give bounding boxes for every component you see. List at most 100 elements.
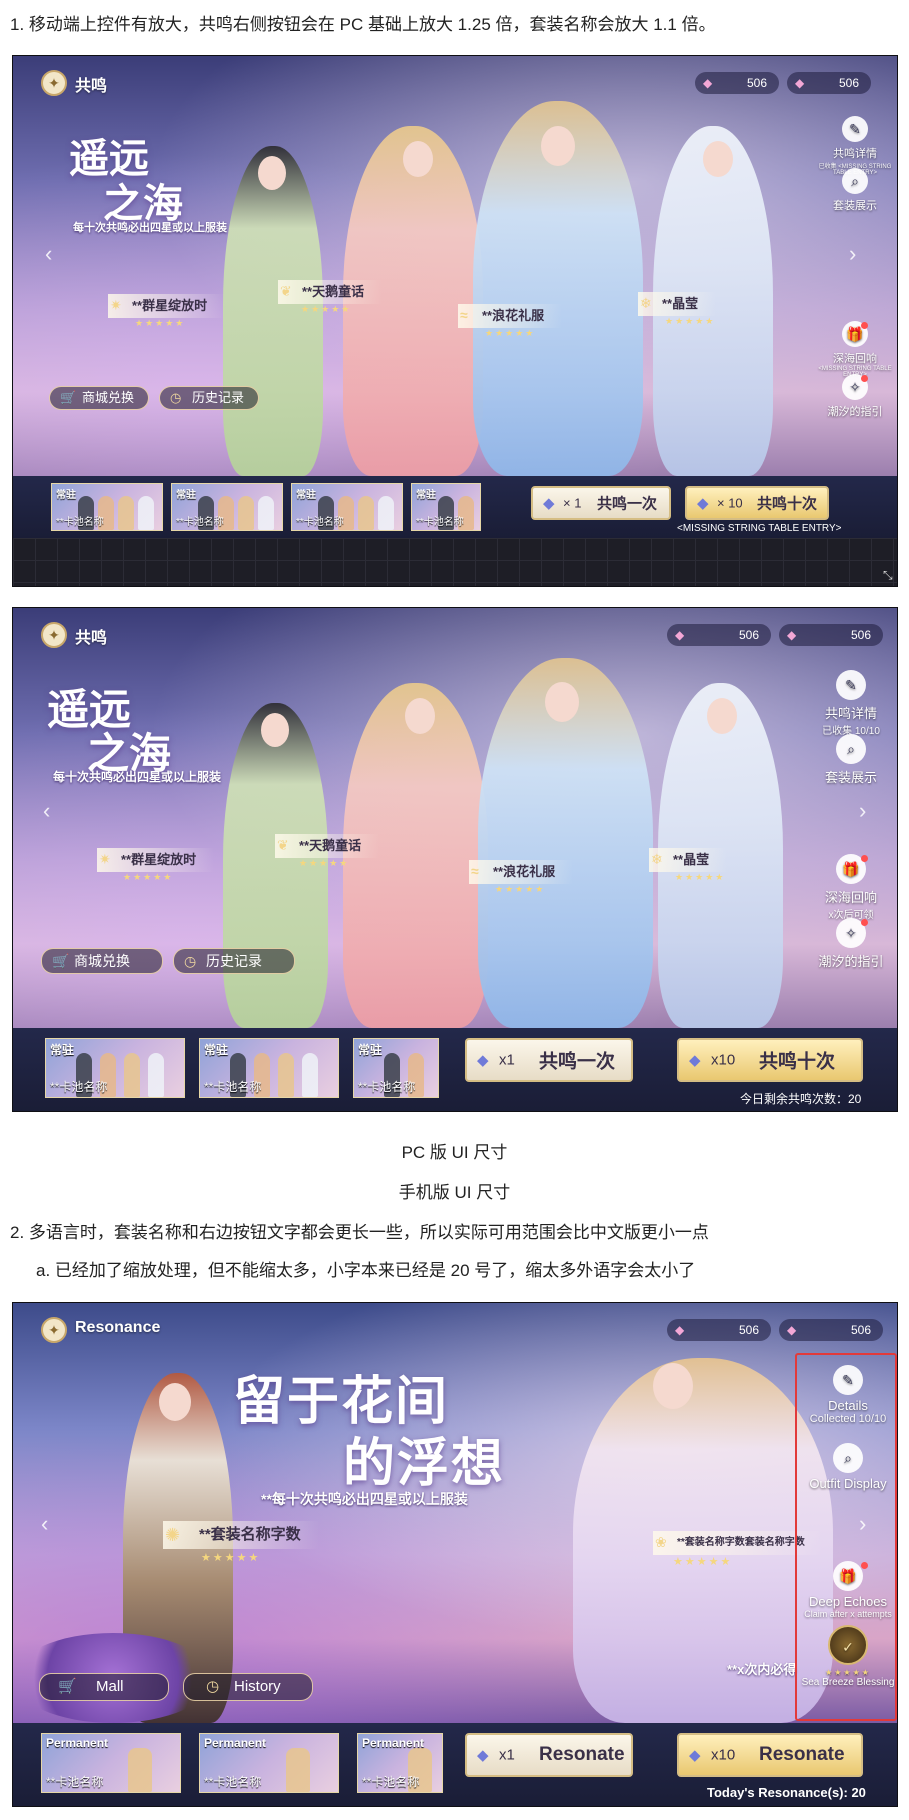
crystal-icon: ◆ — [477, 1747, 489, 1764]
pink-gem-icon: ◆ — [787, 628, 797, 642]
note-item-2: 2. 多语言时，套装名称和右边按钮文字都会更长一些，所以实际可用范围会比中文版更… — [10, 1223, 709, 1242]
clock-icon: ◷ — [170, 390, 182, 405]
outfit-label[interactable]: ≈ **浪花礼服 — [458, 304, 563, 328]
swan-icon: ❦ — [280, 283, 292, 299]
currency-pink[interactable]: ◆ 506 — [667, 624, 771, 646]
currency-value: 506 — [850, 628, 871, 642]
mall-button[interactable]: 🛒 Mall — [39, 1673, 169, 1701]
pool-card[interactable]: Permanent **卡池名称 — [199, 1733, 339, 1793]
pull-once-button[interactable]: ◆ × 1 共鸣一次 — [531, 486, 671, 520]
rarity-stars: ★★★★★ — [495, 884, 546, 894]
next-arrow-icon[interactable]: › — [859, 798, 866, 824]
rarity-stars: ★★★★★ — [201, 1552, 261, 1564]
clock-icon: ◷ — [184, 953, 197, 969]
pool-card[interactable]: 常驻 **卡池名称 — [411, 483, 481, 531]
wave-icon: ≈ — [471, 863, 479, 879]
crystal-icon: ◆ — [697, 495, 709, 512]
resonance-logo-icon: ✦ — [41, 70, 67, 96]
outfit-display-button[interactable]: ⌕ 套装展示 — [809, 734, 893, 786]
swan-icon: ❦ — [277, 837, 289, 853]
pool-card[interactable]: 常驻 **卡池名称 — [199, 1038, 339, 1098]
pull-once-button[interactable]: ◆ x1 共鸣一次 — [465, 1038, 633, 1082]
bottom-bar: 常驻 **卡池名称 常驻 **卡池名称 常驻 **卡池名称 ◆ x1 共鸣一次 ◆ x10 共… — [13, 1028, 897, 1111]
caption-pc: PC 版 UI 尺寸 — [401, 1143, 508, 1162]
snowflake-icon: ❄ — [640, 295, 652, 311]
history-button[interactable]: ◷ 历史记录 — [173, 948, 295, 974]
pool-card[interactable]: Permanent **卡池名称 — [41, 1733, 181, 1793]
currency-pink-2[interactable]: ◆ 506 — [779, 1319, 883, 1341]
currency-value: 506 — [746, 76, 767, 90]
rarity-stars: ★★★★★ — [675, 872, 726, 882]
top-bar: ✦ 共鸣 ◆ 506 ◆ 506 — [13, 56, 897, 106]
history-button[interactable]: ◷ 历史记录 — [159, 386, 259, 410]
pink-gem-icon: ◆ — [703, 76, 713, 90]
outfit-display-button[interactable]: ⌕ 套装展示 — [813, 168, 897, 213]
outfit-label[interactable]: ✷ **群星绽放时 — [97, 848, 215, 872]
prev-arrow-icon[interactable]: ‹ — [45, 241, 52, 267]
daily-resonance-count: Today's Resonance(s): 20 — [707, 1785, 866, 1800]
outfit-label[interactable]: ≈ **浪花礼服 — [469, 860, 574, 884]
outfit-label[interactable]: ❦ **天鹅童话 — [278, 280, 383, 304]
cart-icon: 🛒 — [52, 953, 70, 969]
game-scene: ✦ 共鸣 ◆ 506 ◆ 506 遥远 之海 每十次共鸣必出四星或以上服装 ‹ › … — [13, 608, 897, 1028]
daily-resonance-count: 今日剩余共鸣次数：20 — [740, 1092, 862, 1106]
crystal-icon: ◆ — [543, 495, 555, 512]
pull-ten-button[interactable]: ◆ × 10 共鸣十次 — [685, 486, 829, 520]
prev-arrow-icon[interactable]: ‹ — [43, 798, 50, 824]
details-icon: ✎ — [842, 116, 868, 142]
banner-subtitle: 每十次共鸣必出四星或以上服装 — [73, 222, 227, 234]
pull-ten-button[interactable]: ◆ x10 共鸣十次 — [677, 1038, 863, 1082]
outfit-label[interactable]: ❦ **天鹅童话 — [275, 834, 380, 858]
mall-button[interactable]: 🛒 商城兑换 — [49, 386, 149, 410]
screenshot-pc-2: ✦ 共鸣 ◆ 506 ◆ 506 遥远 之海 每十次共鸣必出四星或以上服装 ‹ › … — [12, 607, 898, 1112]
highlight-box — [795, 1353, 897, 1721]
pink-gem-icon: ◆ — [675, 628, 685, 642]
crystal-icon: ◆ — [689, 1052, 701, 1069]
guarantee-text: **x次内必得 — [727, 1662, 797, 1677]
pink-gem-icon: ◆ — [675, 1323, 685, 1337]
details-icon: ✎ — [836, 670, 866, 700]
outfit-label[interactable]: ❄ **晶莹 — [649, 848, 728, 872]
tidal-guide-button[interactable]: ✧ 潮汐的指引 — [809, 918, 893, 970]
rarity-stars: ★★★★★ — [673, 1556, 733, 1568]
rarity-stars: ★★★★★ — [299, 858, 350, 868]
page-title: 共鸣 — [75, 630, 108, 647]
pool-card[interactable]: 常驻 **卡池名称 — [353, 1038, 439, 1098]
mall-button[interactable]: 🛒 商城兑换 — [41, 948, 163, 974]
crystal-icon: ◆ — [689, 1747, 701, 1764]
outfit-label[interactable]: ✺ **套装名称字数 — [163, 1521, 319, 1549]
resize-handle-icon[interactable]: ⤡ — [883, 568, 893, 583]
pool-card[interactable]: 常驻 **卡池名称 — [171, 483, 283, 531]
outfit-label[interactable]: ✷ **群星绽放时 — [108, 294, 226, 318]
search-icon: ⌕ — [836, 734, 866, 764]
currency-pink-2[interactable]: ◆ 506 — [779, 624, 883, 646]
details-button[interactable]: ✎共鸣详情已收集 <MISSING STRING TABLE ENTRY> — [813, 116, 897, 176]
banner-title-line-2: 的浮想 — [343, 1433, 506, 1494]
currency-pink[interactable]: ◆ 506 — [667, 1319, 771, 1341]
currency-pink-2[interactable]: ◆ 506 — [787, 72, 871, 94]
rarity-stars: ★★★★★ — [123, 872, 174, 882]
search-icon: ⌕ — [842, 168, 868, 194]
rarity-stars: ★★★★★ — [485, 328, 536, 338]
pool-card[interactable]: Permanent **卡池名称 — [357, 1733, 443, 1793]
caption-mobile: 手机版 UI 尺寸 — [398, 1183, 511, 1202]
pool-card[interactable]: 常驻 **卡池名称 — [291, 483, 403, 531]
pool-card[interactable]: 常驻 **卡池名称 — [51, 483, 163, 531]
deep-echoes-button[interactable]: 🎁深海回响<MISSING STRING TABLE ENTRY> — [813, 321, 897, 378]
history-button[interactable]: ◷ History — [183, 1673, 313, 1701]
currency-value: 506 — [838, 76, 859, 90]
top-bar: ✦ 共鸣 ◆ 506 ◆ 506 — [13, 608, 897, 658]
tidal-guide-button[interactable]: ✧ 潮汐的指引 — [813, 374, 897, 419]
next-arrow-icon[interactable]: › — [849, 241, 856, 267]
pull-once-button[interactable]: ◆ x1 Resonate — [465, 1733, 633, 1777]
pull-ten-button[interactable]: ◆ x10 Resonate — [677, 1733, 863, 1777]
details-button[interactable]: ✎ 共鸣详情 已收集 10/10 — [809, 670, 893, 737]
prev-arrow-icon[interactable]: ‹ — [41, 1511, 48, 1537]
currency-pink[interactable]: ◆ 506 — [695, 72, 779, 94]
rarity-stars: ★★★★★ — [135, 318, 186, 328]
game-scene: ✦ Resonance ◆ 506 ◆ 506 留于花间 的浮想 **每十次共鸣必出… — [13, 1303, 897, 1723]
deep-echoes-button[interactable]: 🎁 深海回响 x次后可领 — [809, 854, 893, 921]
currency-value: 506 — [850, 1323, 871, 1337]
outfit-label[interactable]: ❄ **晶莹 — [638, 292, 717, 316]
pool-card[interactable]: 常驻 **卡池名称 — [45, 1038, 185, 1098]
